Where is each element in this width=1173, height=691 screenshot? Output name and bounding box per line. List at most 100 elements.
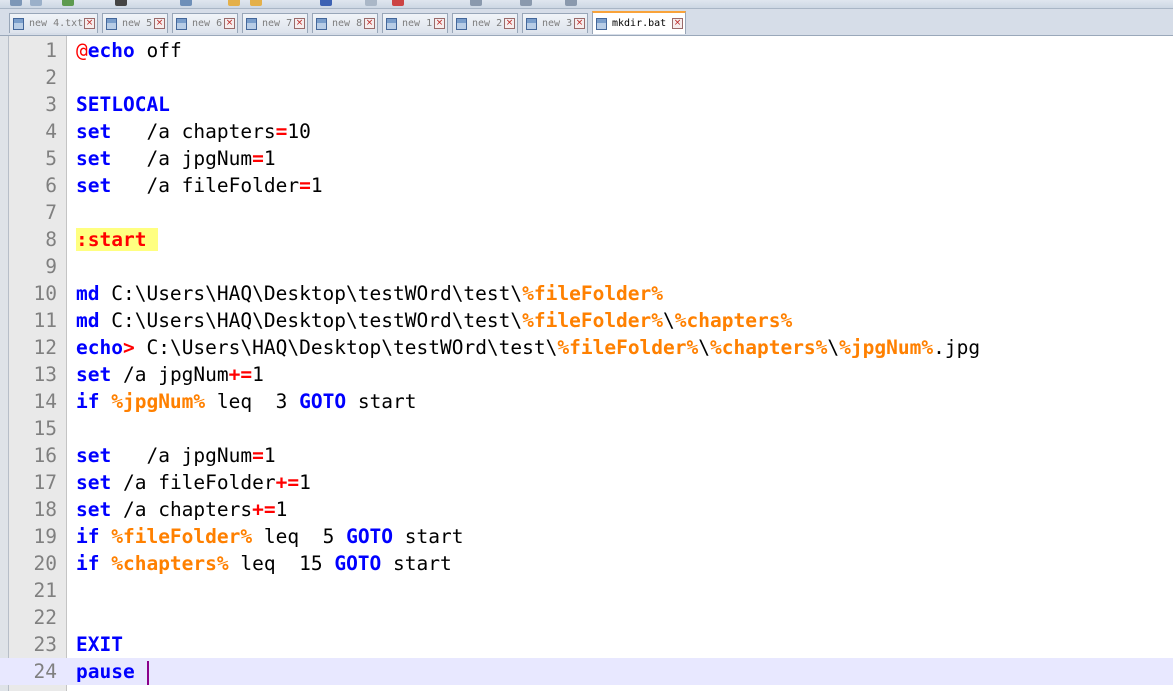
code-text: echo> C:\Users\HAQ\Desktop\testWOrd\test…	[76, 334, 980, 361]
code-line[interactable]: 13 set /a jpgNum+=1	[0, 361, 1173, 388]
code-line[interactable]: 14 if %jpgNum% leq 3 GOTO start	[0, 388, 1173, 415]
close-icon[interactable]: ×	[574, 18, 585, 29]
toolbar-icon[interactable]	[565, 0, 577, 6]
keyword-token: set	[76, 498, 112, 521]
code-text: set /a chapters=10	[76, 118, 311, 145]
code-text: SETLOCAL	[76, 91, 170, 118]
code-line[interactable]: 11 md C:\Users\HAQ\Desktop\testWOrd\test\…	[0, 307, 1173, 334]
code-line[interactable]: 4 set /a chapters=10	[0, 118, 1173, 145]
close-icon[interactable]: ×	[434, 18, 445, 29]
editor-area[interactable]: 1 @echo off 2 3 SETLOCAL 4 set /a chapters=10 5…	[0, 36, 1173, 691]
line-number: 11	[33, 309, 57, 332]
code-line[interactable]: 10 md C:\Users\HAQ\Desktop\testWOrd\test\…	[0, 280, 1173, 307]
toolbar-icon[interactable]	[392, 0, 404, 6]
toolbar-icon[interactable]	[30, 0, 42, 6]
tab-new-2[interactable]: new 2 ×	[452, 13, 518, 33]
code-text: EXIT	[76, 631, 123, 658]
code-text: set /a fileFolder+=1	[76, 469, 311, 496]
tab-new-7[interactable]: new 7 ×	[242, 13, 308, 33]
close-icon[interactable]: ×	[294, 18, 305, 29]
code-line[interactable]: 12 echo> C:\Users\HAQ\Desktop\testWOrd\te…	[0, 334, 1173, 361]
code-line[interactable]: 17 set /a fileFolder+=1	[0, 469, 1173, 496]
code-line[interactable]: 1 @echo off	[0, 37, 1173, 64]
toolbar-icon[interactable]	[115, 0, 127, 6]
text-token: leq 15	[240, 552, 323, 575]
variable-token: %chapters%	[674, 309, 793, 332]
code-line[interactable]: 22	[0, 604, 1173, 631]
code-line[interactable]: 19 if %fileFolder% leq 5 GOTO start	[0, 523, 1173, 550]
text-token: start	[393, 552, 452, 575]
code-line[interactable]: 15	[0, 415, 1173, 442]
line-number: 3	[45, 93, 57, 116]
text-token: 1	[263, 444, 276, 467]
close-icon[interactable]: ×	[672, 18, 683, 29]
tab-label: mkdir.bat	[612, 18, 667, 29]
operator-token: =	[252, 147, 264, 170]
code-line[interactable]: 6 set /a fileFolder=1	[0, 172, 1173, 199]
close-icon[interactable]: ×	[154, 18, 165, 29]
toolbar-icon[interactable]	[228, 0, 240, 6]
code-line[interactable]: 2	[0, 64, 1173, 91]
tab-new-4-txt[interactable]: new 4.txt ×	[9, 13, 98, 33]
tab-new-5[interactable]: new 5 ×	[102, 13, 168, 33]
file-icon	[386, 17, 397, 30]
text-token: 1	[299, 471, 311, 494]
line-number: 8	[45, 228, 57, 251]
tab-new-6[interactable]: new 6 ×	[172, 13, 238, 33]
line-number: 12	[33, 336, 57, 359]
close-icon[interactable]: ×	[364, 18, 375, 29]
code-line[interactable]: 23 EXIT	[0, 631, 1173, 658]
line-number: 6	[45, 174, 57, 197]
toolbar-icon[interactable]	[470, 0, 482, 6]
toolbar-icon[interactable]	[365, 0, 377, 6]
tab-label: new 1	[402, 18, 433, 29]
keyword-token: if	[76, 390, 100, 413]
toolbar-icon[interactable]	[320, 0, 332, 6]
text-token: /a jpgNum	[122, 147, 253, 170]
keyword-token: echo	[76, 336, 123, 359]
code-line[interactable]: 9	[0, 253, 1173, 280]
keyword-token: GOTO	[334, 552, 382, 575]
toolbar-icon[interactable]	[520, 0, 532, 6]
close-icon[interactable]: ×	[84, 18, 95, 29]
keyword-token: md	[76, 309, 100, 332]
code-line[interactable]: 7	[0, 199, 1173, 226]
tab-new-3[interactable]: new 3 ×	[522, 13, 588, 33]
close-icon[interactable]: ×	[504, 18, 515, 29]
tab-label: new 7	[262, 18, 293, 29]
variable-token: %jpgNum%	[839, 336, 934, 359]
code-line[interactable]: 18 set /a chapters+=1	[0, 496, 1173, 523]
code-line[interactable]: 20 if %chapters% leq 15 GOTO start	[0, 550, 1173, 577]
operator-token: =	[299, 174, 311, 197]
file-icon	[526, 17, 537, 30]
code-line[interactable]: 8:start	[0, 226, 1173, 253]
code-line[interactable]: 24 pause	[0, 658, 1173, 685]
tab-new-1[interactable]: new 1 ×	[382, 13, 448, 33]
text-token: leq 3	[216, 390, 288, 413]
keyword-token: GOTO	[299, 390, 347, 413]
tab-mkdir-bat[interactable]: mkdir.bat ×	[592, 11, 686, 34]
code-line[interactable]: 3 SETLOCAL	[0, 91, 1173, 118]
toolbar-icon[interactable]	[10, 0, 22, 6]
close-icon[interactable]: ×	[224, 18, 235, 29]
keyword-token: set	[76, 444, 112, 467]
text-token: 1	[263, 147, 276, 170]
text-token: /a jpgNum	[122, 363, 229, 386]
code-text: pause	[76, 658, 150, 685]
code-line[interactable]: 16 set /a jpgNum=1	[0, 442, 1173, 469]
code-line[interactable]: 5 set /a jpgNum=1	[0, 145, 1173, 172]
line-number: 22	[33, 606, 57, 629]
tab-new-8[interactable]: new 8 ×	[312, 13, 378, 33]
toolbar-icon[interactable]	[180, 0, 192, 6]
tab-label: new 8	[332, 18, 363, 29]
toolbar	[0, 0, 1173, 9]
toolbar-icon[interactable]	[62, 0, 74, 6]
line-number: 7	[45, 201, 57, 224]
line-number: 14	[33, 390, 57, 413]
line-number: 9	[45, 255, 57, 278]
code-line[interactable]: 21	[0, 577, 1173, 604]
text-token: \	[663, 309, 675, 332]
line-number: 23	[33, 633, 57, 656]
toolbar-icon[interactable]	[250, 0, 262, 6]
code-text: md C:\Users\HAQ\Desktop\testWOrd\test\%f…	[76, 307, 792, 334]
